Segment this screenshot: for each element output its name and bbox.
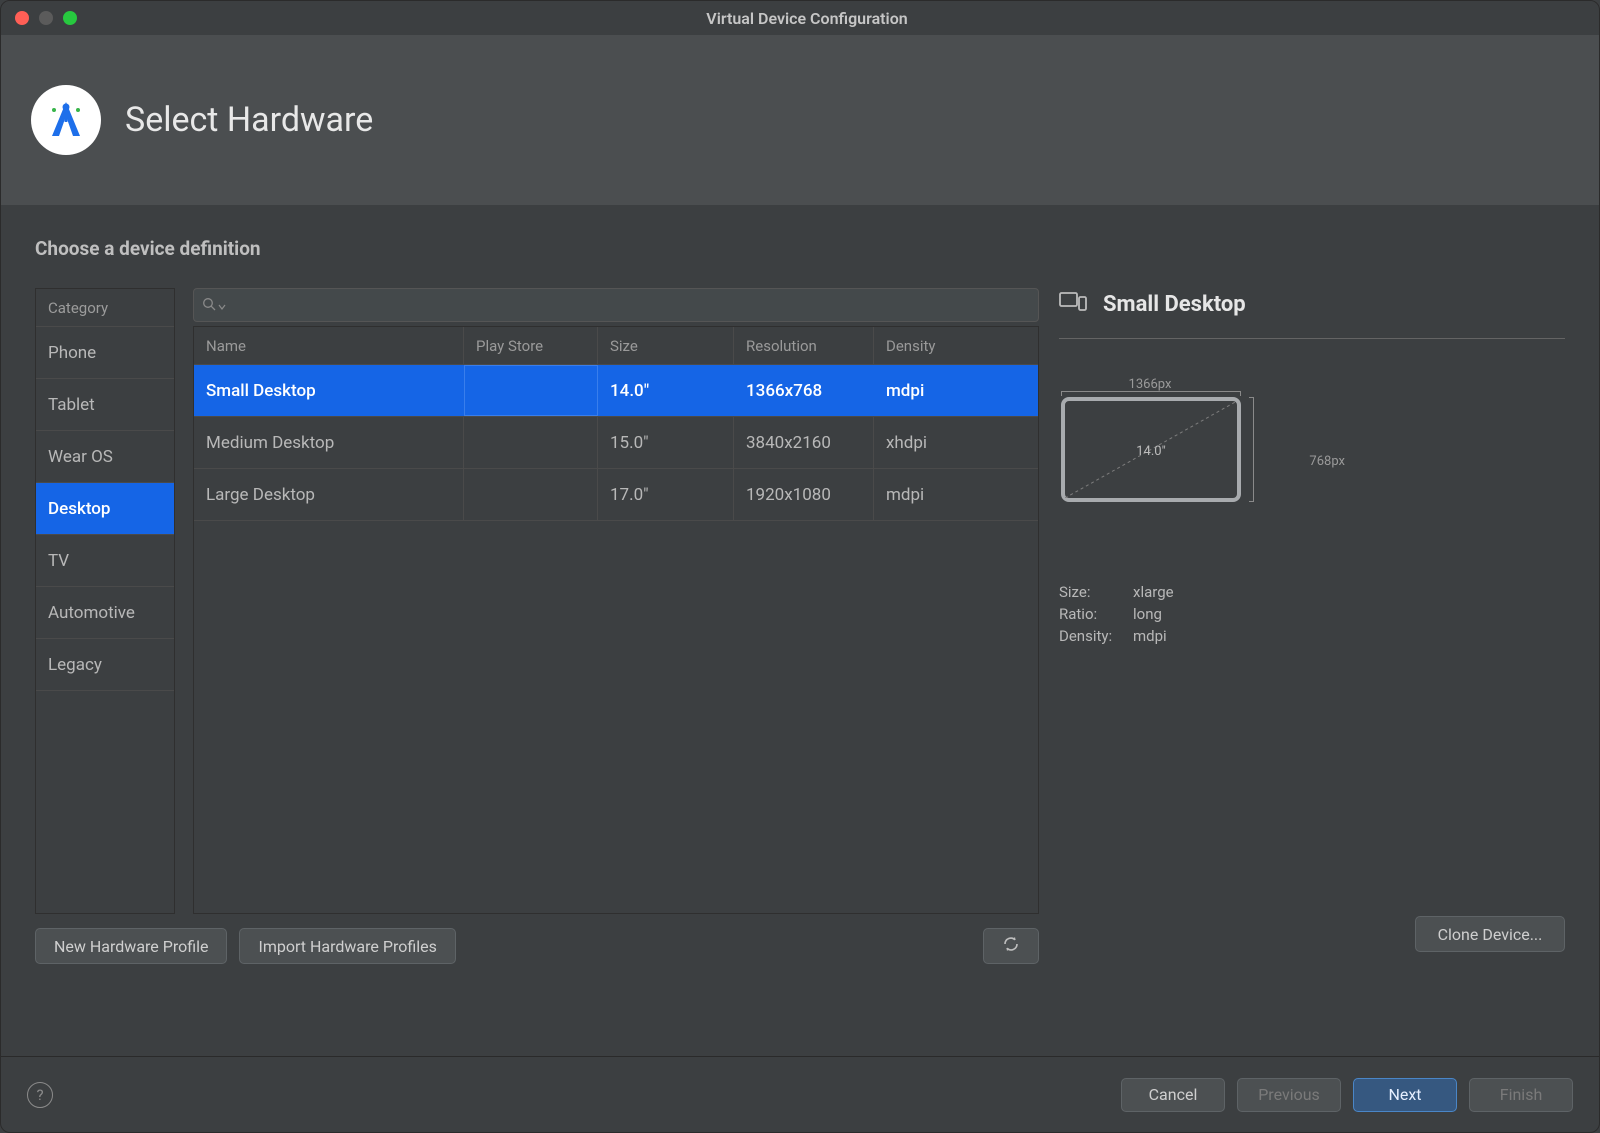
search-bar[interactable] xyxy=(193,288,1039,322)
prop-density-value: mdpi xyxy=(1133,625,1167,647)
main-row: Category PhoneTabletWear OSDesktopTVAuto… xyxy=(35,288,1565,964)
devices-icon xyxy=(1059,290,1087,318)
cell-size: 17.0" xyxy=(598,469,734,520)
help-icon: ? xyxy=(36,1086,43,1104)
device-preview: 1366px 768px 14.0" xyxy=(1059,381,1289,541)
device-row[interactable]: Large Desktop 17.0"1920x1080mdpi xyxy=(194,469,1038,521)
device-table-header: Name Play Store Size Resolution Density xyxy=(194,327,1038,365)
cell-size: 14.0" xyxy=(598,365,734,416)
clone-row: Clone Device... xyxy=(35,916,1565,952)
clone-device-button[interactable]: Clone Device... xyxy=(1415,916,1565,952)
category-item-desktop[interactable]: Desktop xyxy=(36,483,174,535)
preview-header: Small Desktop xyxy=(1059,290,1565,339)
cell-play-store xyxy=(464,417,598,468)
cell-name: Small Desktop xyxy=(194,365,464,416)
preview-height-bracket xyxy=(1249,397,1254,502)
footer: ? Cancel Previous Next Finish xyxy=(1,1056,1599,1132)
window-title: Virtual Device Configuration xyxy=(77,9,1537,28)
content: Choose a device definition Category Phon… xyxy=(1,205,1599,1056)
prop-size-value: xlarge xyxy=(1133,581,1174,603)
category-item-automotive[interactable]: Automotive xyxy=(36,587,174,639)
preview-properties: Size: xlarge Ratio: long Density: mdpi xyxy=(1059,581,1565,647)
category-item-wear-os[interactable]: Wear OS xyxy=(36,431,174,483)
android-studio-logo-icon xyxy=(31,85,101,155)
cell-density: xhdpi xyxy=(874,417,1038,468)
search-icon xyxy=(202,296,216,315)
preview-device-name: Small Desktop xyxy=(1103,292,1246,317)
finish-button[interactable]: Finish xyxy=(1469,1078,1573,1112)
preview-width-label: 1366px xyxy=(1059,377,1241,392)
category-item-tv[interactable]: TV xyxy=(36,535,174,587)
preview-height-label: 768px xyxy=(1309,381,1345,541)
cell-resolution: 1920x1080 xyxy=(734,469,874,520)
cancel-button[interactable]: Cancel xyxy=(1121,1078,1225,1112)
prop-size-label: Size: xyxy=(1059,581,1127,603)
next-button[interactable]: Next xyxy=(1353,1078,1457,1112)
prop-ratio-value: long xyxy=(1133,603,1162,625)
device-row[interactable]: Small Desktop 14.0"1366x768mdpi xyxy=(194,365,1038,417)
left-column: Category PhoneTabletWear OSDesktopTVAuto… xyxy=(35,288,1039,964)
category-item-legacy[interactable]: Legacy xyxy=(36,639,174,691)
category-header: Category xyxy=(36,289,174,327)
col-size[interactable]: Size xyxy=(598,327,734,364)
search-input[interactable] xyxy=(226,297,1030,314)
cell-name: Large Desktop xyxy=(194,469,464,520)
page-title: Select Hardware xyxy=(125,100,373,140)
cell-play-store xyxy=(464,469,598,520)
category-item-phone[interactable]: Phone xyxy=(36,327,174,379)
preview-diagonal-label: 14.0" xyxy=(1065,444,1237,459)
close-window-button[interactable] xyxy=(15,11,29,25)
prop-ratio-label: Ratio: xyxy=(1059,603,1127,625)
device-row[interactable]: Medium Desktop 15.0"3840x2160xhdpi xyxy=(194,417,1038,469)
header: Select Hardware xyxy=(1,35,1599,205)
col-density[interactable]: Density xyxy=(874,327,1038,364)
prop-density-label: Density: xyxy=(1059,625,1127,647)
previous-button[interactable]: Previous xyxy=(1237,1078,1341,1112)
col-resolution[interactable]: Resolution xyxy=(734,327,874,364)
preview-width-bracket xyxy=(1061,391,1241,396)
minimize-window-button[interactable] xyxy=(39,11,53,25)
category-list: Category PhoneTabletWear OSDesktopTVAuto… xyxy=(35,288,175,914)
cell-size: 15.0" xyxy=(598,417,734,468)
chevron-down-icon xyxy=(218,296,226,315)
table-area: Category PhoneTabletWear OSDesktopTVAuto… xyxy=(35,288,1039,914)
device-table-wrap: Name Play Store Size Resolution Density … xyxy=(193,288,1039,914)
cell-play-store xyxy=(464,365,598,416)
cell-density: mdpi xyxy=(874,365,1038,416)
cell-resolution: 1366x768 xyxy=(734,365,874,416)
right-column: Small Desktop 1366px 768px 14.0" Size: xyxy=(1059,288,1565,964)
cell-density: mdpi xyxy=(874,469,1038,520)
titlebar: Virtual Device Configuration xyxy=(1,1,1599,35)
fullscreen-window-button[interactable] xyxy=(63,11,77,25)
col-name[interactable]: Name xyxy=(194,327,464,364)
window-controls xyxy=(15,11,77,25)
device-table: Name Play Store Size Resolution Density … xyxy=(193,326,1039,914)
category-item-tablet[interactable]: Tablet xyxy=(36,379,174,431)
preview-screen-rect: 14.0" xyxy=(1061,397,1241,502)
help-button[interactable]: ? xyxy=(27,1082,53,1108)
col-play-store[interactable]: Play Store xyxy=(464,327,598,364)
cell-resolution: 3840x2160 xyxy=(734,417,874,468)
window: Virtual Device Configuration Select Hard… xyxy=(0,0,1600,1133)
cell-name: Medium Desktop xyxy=(194,417,464,468)
section-subtitle: Choose a device definition xyxy=(35,237,1565,260)
